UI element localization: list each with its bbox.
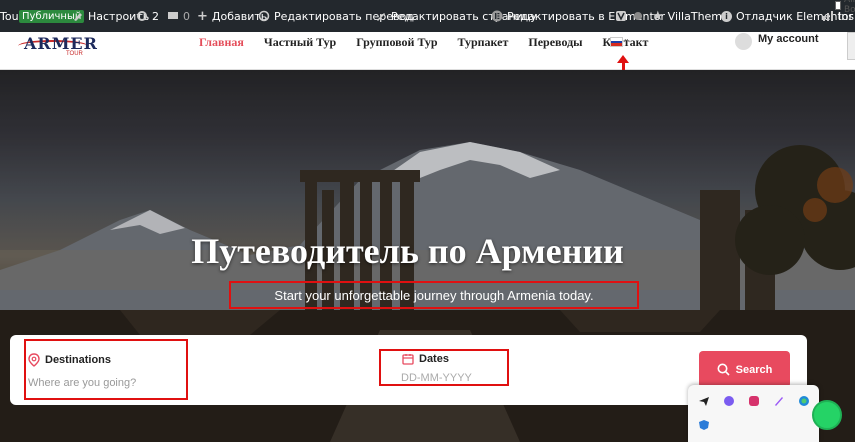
dates-field[interactable]: Dates DD-MM-YYYY [379, 349, 509, 386]
nav-item-private-tour[interactable]: Частный Тур [264, 35, 336, 50]
messenger-icon[interactable] [722, 394, 736, 408]
star-icon: ★ [652, 8, 664, 24]
add-new-button[interactable]: + Добавить [197, 0, 267, 32]
plus-icon: + [197, 8, 208, 24]
account-link[interactable]: My account [735, 32, 819, 50]
admin-bar: Tour Публичный Настроить 2 0 + Добавить … [0, 0, 855, 32]
instagram-icon[interactable] [747, 394, 761, 408]
pencil-icon [377, 13, 385, 21]
updates-button[interactable]: 2 [136, 0, 159, 32]
pen-icon[interactable] [772, 394, 786, 408]
logo-text: ARMER [24, 34, 98, 53]
destinations-placeholder[interactable]: Where are you going? [28, 377, 136, 389]
info-icon: i [721, 10, 732, 22]
account-label: My account [758, 33, 819, 45]
elementor-icon [491, 10, 503, 22]
header-edge-box [847, 32, 855, 60]
hero-subtitle-box: Start your unforgettable journey through… [229, 281, 639, 309]
calendar-icon [402, 354, 414, 365]
hero-title: Путеводитель по Армении [191, 231, 624, 271]
map-pin-icon [28, 353, 40, 367]
comments-count: 0 [183, 9, 190, 23]
dates-label: Dates [419, 353, 449, 365]
nav-item-home[interactable]: Главная [199, 35, 244, 50]
nav-item-tour-package[interactable]: Турпакет [458, 35, 509, 50]
site-logo[interactable]: ARMER TOUR [14, 31, 104, 65]
destinations-label-row: Destinations [28, 353, 111, 367]
search-icon [717, 363, 730, 376]
circle-icon [634, 12, 642, 20]
edge-icon[interactable] [797, 394, 811, 408]
dates-placeholder[interactable]: DD-MM-YYYY [401, 372, 472, 384]
chart-icon [823, 11, 833, 21]
comment-icon [168, 12, 178, 19]
language-flag-icon[interactable] [610, 37, 623, 47]
paintbrush-icon [74, 13, 82, 21]
avatar-icon [735, 32, 752, 50]
nav-item-group-tour[interactable]: Групповой Тур [356, 35, 437, 50]
hero-subtitle: Start your unforgettable journey through… [274, 287, 594, 303]
site-header: All Bo ARMER TOUR Главная Частный Тур Гр… [0, 0, 855, 70]
corner-checkbox-label: All Bo [844, 0, 855, 15]
nav-item-transfers[interactable]: Переводы [528, 35, 582, 50]
plugin-v-button[interactable] [615, 0, 627, 32]
main-nav: Главная Частный Тур Групповой Тур Турпак… [199, 32, 648, 52]
comments-button[interactable]: 0 [167, 0, 190, 32]
destinations-field[interactable]: Destinations Where are you going? [24, 339, 188, 400]
checkbox[interactable] [835, 0, 841, 10]
translate-icon [258, 10, 270, 22]
dates-label-row: Dates [402, 353, 449, 365]
villatheme-button[interactable]: ★ VillaTheme [652, 0, 729, 32]
telegram-icon[interactable] [697, 394, 711, 408]
logo-subtext: TOUR [66, 51, 83, 57]
shield-badge-icon[interactable] [697, 418, 711, 432]
refresh-icon [137, 11, 147, 21]
shield-icon [616, 11, 626, 21]
search-button[interactable]: Search [699, 351, 790, 388]
villatheme-label: VillaTheme [667, 9, 729, 23]
status-dot [634, 0, 642, 32]
chevron-down-icon[interactable]: ⌄ [623, 34, 630, 43]
admin-corner-option[interactable]: All Bo [835, 0, 855, 15]
app-tray [688, 385, 819, 442]
search-button-label: Search [735, 363, 773, 376]
whatsapp-icon[interactable] [812, 400, 842, 430]
updates-count: 2 [152, 9, 159, 23]
destinations-label: Destinations [45, 354, 112, 366]
